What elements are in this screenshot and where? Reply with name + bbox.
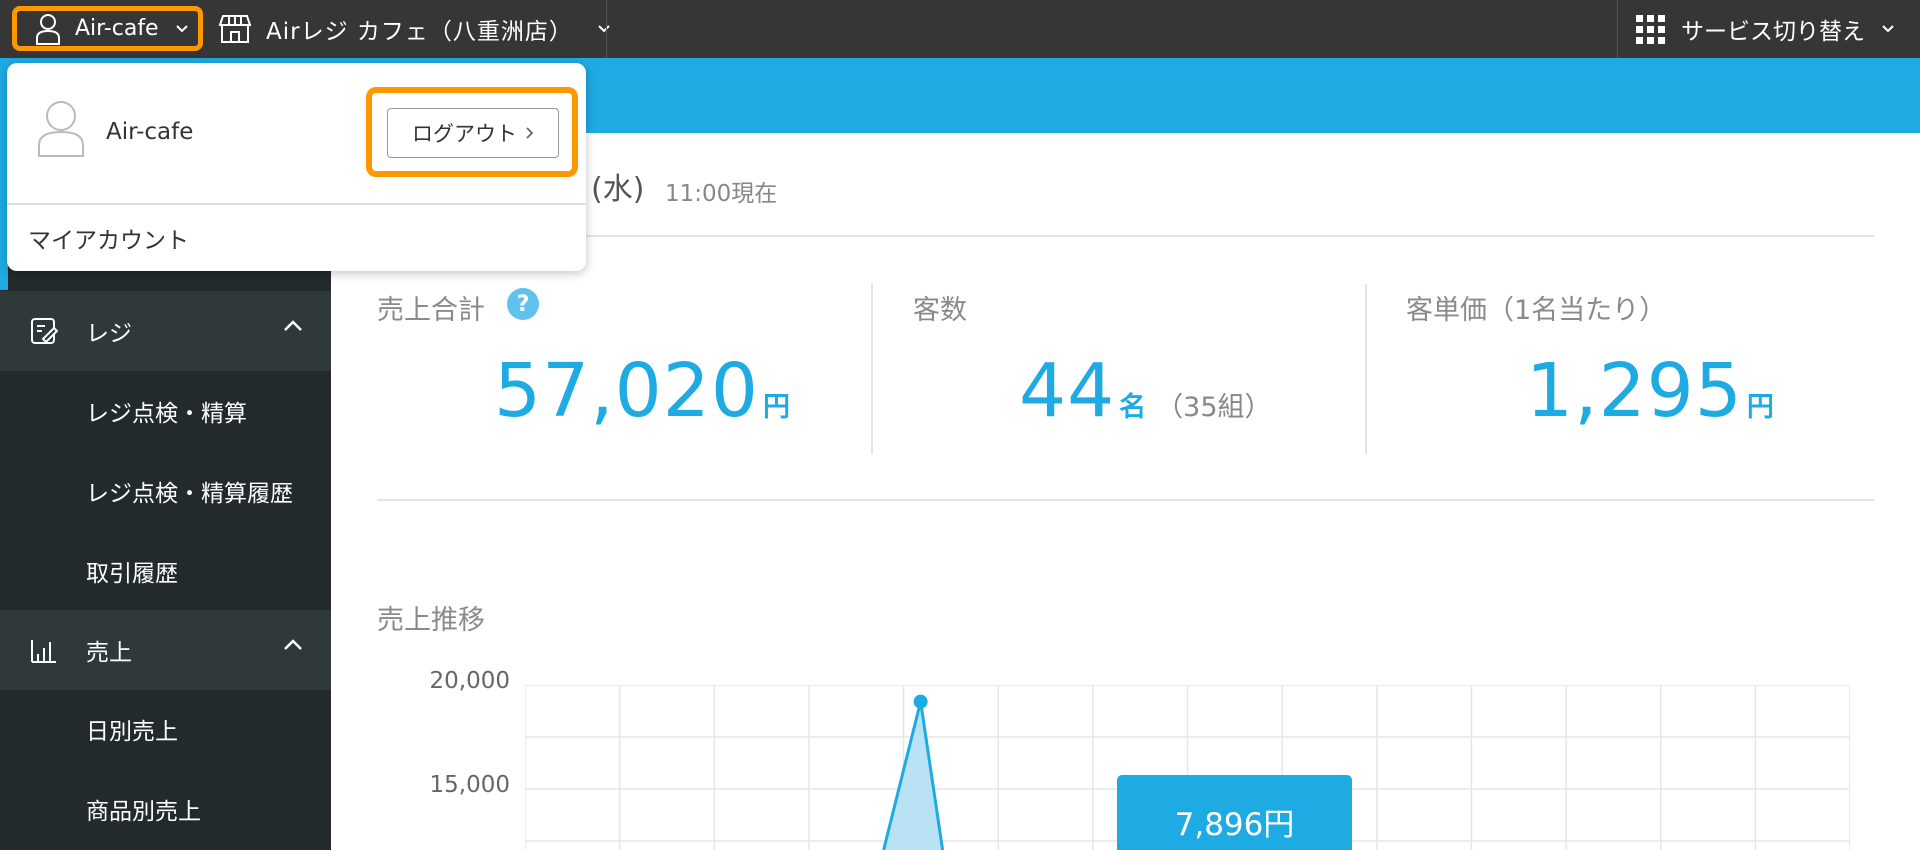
kpi-groups: （35組） — [1156, 392, 1272, 423]
divider — [1617, 0, 1618, 58]
y-tick-label: 15,000 — [429, 772, 510, 798]
chevron-down-icon — [598, 25, 610, 33]
data-point[interactable] — [913, 694, 928, 709]
avatar-icon — [38, 101, 84, 157]
kpi-label-customers: 客数 — [913, 295, 967, 326]
chevron-down-icon — [1882, 25, 1894, 33]
divider — [7, 203, 586, 205]
account-dropdown: Air-cafe ログアウト マイアカウント — [7, 63, 586, 271]
sidebar-item-product-sales[interactable]: 商品別売上 — [86, 792, 201, 826]
service-switch-button[interactable]: サービス切り替え — [1636, 0, 1895, 58]
divider — [1365, 284, 1367, 454]
divider — [606, 0, 607, 58]
store-selector-button[interactable]: Airレジ カフェ（八重洲店） — [218, 0, 611, 58]
person-icon — [36, 13, 60, 45]
sales-trend-title: 売上推移 — [377, 605, 485, 636]
date-label: (水) — [591, 172, 645, 207]
chart-tooltip: 7,896円 — [1117, 775, 1352, 850]
store-name: Airレジ カフェ（八重洲店） — [266, 19, 573, 45]
sidebar-item-register-check-history[interactable]: レジ点検・精算履歴 — [86, 474, 293, 508]
help-icon[interactable]: ? — [507, 288, 539, 320]
sidebar-section-label: 売上 — [86, 640, 132, 666]
y-tick-label: 20,000 — [429, 668, 510, 694]
sidebar-section-label: レジ — [86, 321, 132, 347]
account-name: Air-cafe — [75, 16, 159, 41]
chevron-up-icon — [284, 639, 302, 650]
kpi-unit: 名 — [1119, 392, 1147, 423]
logout-label: ログアウト — [412, 122, 517, 146]
service-switch-label: サービス切り替え — [1681, 19, 1865, 45]
sidebar-item-transaction-history[interactable]: 取引履歴 — [86, 554, 178, 588]
store-icon — [218, 15, 252, 43]
kpi-number: 57,020 — [494, 348, 759, 434]
kpi-value-total-sales: 57,020 円 — [494, 348, 790, 434]
grid-icon — [1636, 14, 1665, 44]
kpi-label-average-spend: 客単価（1名当たり） — [1406, 295, 1667, 326]
logout-button[interactable]: ログアウト — [387, 108, 559, 158]
register-icon — [31, 318, 58, 344]
series-area — [883, 701, 943, 850]
chevron-down-icon — [175, 24, 188, 32]
bar-chart-icon — [31, 640, 56, 663]
top-bar: Air-cafe Airレジ カフェ（八重洲店） サービス切り替え — [0, 0, 1920, 58]
kpi-number: 1,295 — [1526, 348, 1743, 434]
chevron-right-icon — [526, 127, 534, 139]
divider — [871, 284, 873, 454]
kpi-unit: 円 — [762, 392, 790, 423]
kpi-value-customers: 44 名 （35組） — [1019, 348, 1272, 434]
sidebar-section-sales[interactable]: 売上 — [0, 610, 331, 690]
sidebar-item-daily-sales[interactable]: 日別売上 — [86, 712, 178, 746]
kpi-number: 44 — [1019, 348, 1116, 434]
divider — [377, 235, 1874, 237]
sidebar-section-register[interactable]: レジ — [0, 291, 331, 371]
divider — [377, 499, 1874, 501]
kpi-unit: 円 — [1746, 392, 1774, 423]
sidebar-item-register-check[interactable]: レジ点検・精算 — [86, 394, 247, 428]
chevron-up-icon — [284, 320, 302, 331]
my-account-link[interactable]: マイアカウント — [28, 221, 189, 255]
time-label: 11:00現在 — [665, 181, 778, 207]
kpi-value-average-spend: 1,295 円 — [1526, 348, 1774, 434]
account-menu-button[interactable]: Air-cafe — [12, 6, 203, 51]
kpi-label-total-sales: 売上合計 — [377, 295, 485, 326]
dropdown-account-name: Air-cafe — [106, 119, 194, 145]
